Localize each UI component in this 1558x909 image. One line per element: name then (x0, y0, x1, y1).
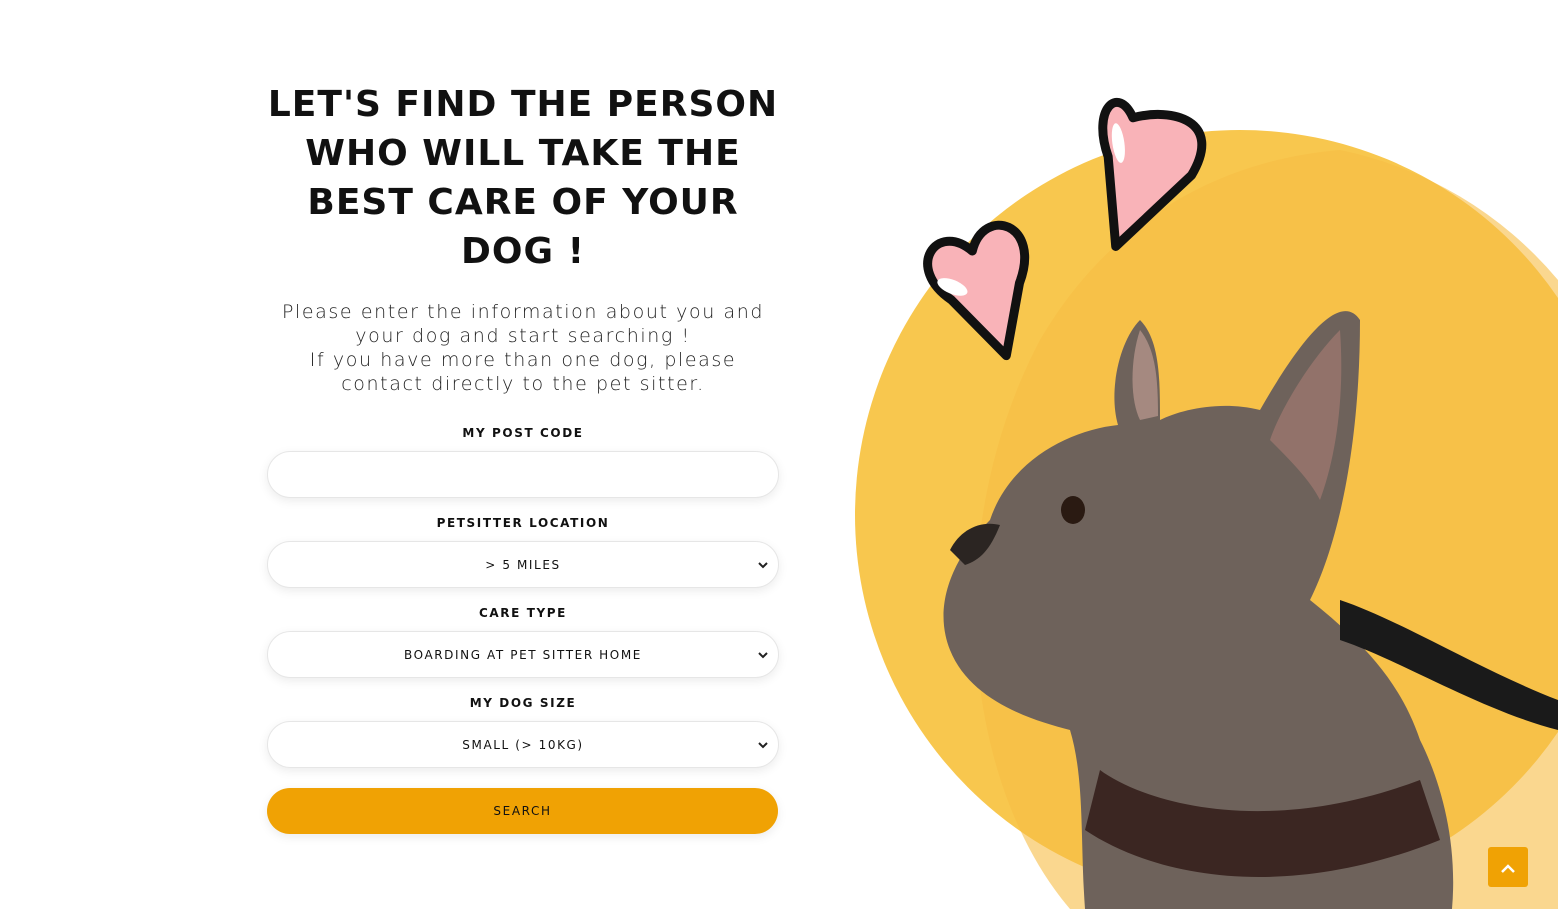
scroll-top-button[interactable] (1488, 847, 1528, 887)
care-type-select[interactable]: Boarding at pet sitter home (267, 631, 779, 678)
postcode-field-group: My post code (267, 426, 779, 498)
chevron-up-icon (1500, 855, 1516, 879)
page-title: Let's find the person who will take the … (267, 84, 779, 272)
location-label: Petsitter location (436, 516, 610, 530)
dog-size-selected-value: Small (> 10kg) (462, 737, 584, 752)
search-form: My post code Petsitter location > 5 mile… (267, 426, 779, 834)
chevron-down-icon (758, 738, 768, 752)
care-type-label: Care type (479, 606, 567, 620)
location-field-group: Petsitter location > 5 miles (267, 516, 779, 588)
postcode-input[interactable] (267, 451, 779, 498)
intro-line-2: If you have more than one dog, please co… (309, 349, 737, 395)
hero-illustration (840, 80, 1558, 909)
location-selected-value: > 5 miles (485, 557, 561, 572)
chevron-down-icon (758, 648, 768, 662)
dog-size-select[interactable]: Small (> 10kg) (267, 721, 779, 768)
care-type-selected-value: Boarding at pet sitter home (403, 647, 642, 662)
location-select[interactable]: > 5 miles (267, 541, 779, 588)
search-section: Let's find the person who will take the … (266, 80, 780, 834)
chevron-down-icon (758, 558, 768, 572)
care-type-field-group: Care type Boarding at pet sitter home (267, 606, 779, 678)
intro-line-1: Please enter the information about you a… (281, 301, 765, 347)
postcode-label: My post code (462, 426, 584, 440)
intro-text: Please enter the information about you a… (273, 300, 773, 396)
dog-size-label: My dog size (469, 696, 577, 710)
dog-size-field-group: My dog size Small (> 10kg) (267, 696, 779, 768)
search-button[interactable]: Search (267, 788, 778, 834)
